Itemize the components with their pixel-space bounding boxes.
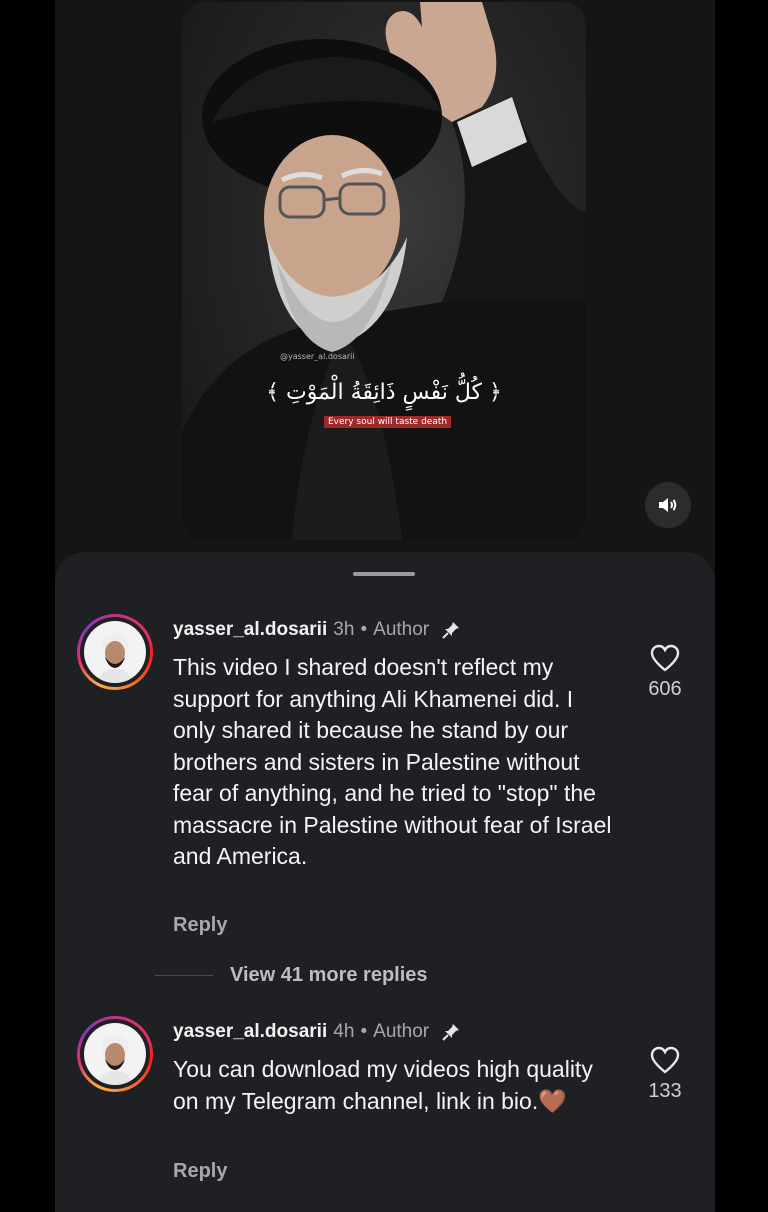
video-caption-arabic: ﴿ كُلُّ نَفْسٍ ذَائِقَةُ الْمَوْتِ ﴾ [266,380,502,405]
pin-icon [442,1023,460,1041]
avatar[interactable] [77,1016,153,1092]
comments-sheet: yasser_al.dosarii 3h • Author This video… [55,552,715,1212]
video-caption-translation: Every soul will taste death [324,416,452,428]
heart-icon [650,1046,680,1074]
profile-photo-icon [98,633,132,683]
author-badge: Author [373,619,430,640]
like-button[interactable]: 133 [640,1046,690,1103]
pin-icon [442,621,460,639]
avatar[interactable] [77,614,153,690]
reply-button[interactable]: Reply [173,1160,227,1183]
sheet-drag-handle[interactable] [353,572,415,576]
view-more-replies-label: View 41 more replies [230,964,428,986]
reply-button[interactable]: Reply [173,914,227,937]
avatar-photo [84,1023,146,1085]
comment-text: This video I shared doesn't reflect my s… [173,654,612,869]
comment-username[interactable]: yasser_al.dosarii [173,1021,327,1042]
speaker-icon [659,498,677,512]
comment-time: 3h [333,619,355,640]
avatar-ring-gap [80,1019,150,1089]
comment-meta: yasser_al.dosarii 3h • Author [173,618,461,641]
meta-separator: • [360,619,368,640]
view-more-replies[interactable]: View 41 more replies [155,964,428,987]
like-button[interactable]: 606 [640,644,690,701]
video-watermark: @yasser_al.dosarii [280,352,355,361]
comment-time: 4h [333,1021,355,1042]
heart-icon [650,644,680,672]
comment-username[interactable]: yasser_al.dosarii [173,619,327,640]
author-badge: Author [373,1021,430,1042]
profile-photo-icon [98,1035,132,1085]
avatar-photo [84,621,146,683]
avatar-ring-gap [80,617,150,687]
comment-text: You can download my videos high quality … [173,1056,593,1114]
sound-toggle-button[interactable] [645,482,691,528]
video-frame-illustration [182,2,586,540]
meta-separator: • [360,1021,368,1042]
comment-meta: yasser_al.dosarii 4h • Author [173,1020,461,1043]
like-count: 133 [648,1080,682,1102]
divider-line [155,975,213,976]
video-player[interactable]: @yasser_al.dosarii ﴿ كُلُّ نَفْسٍ ذَائِق… [182,2,586,540]
like-count: 606 [648,678,682,700]
